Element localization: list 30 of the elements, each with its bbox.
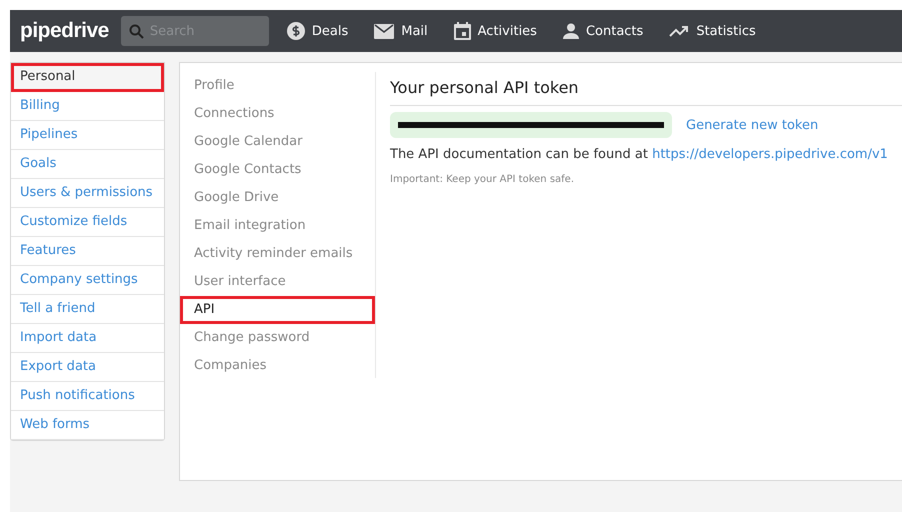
logo: pipedrive <box>20 19 109 43</box>
submenu-item[interactable]: Google Drive <box>180 184 375 212</box>
submenu-item[interactable]: API <box>180 296 375 324</box>
nav-item[interactable]: Deals <box>286 22 348 40</box>
submenu-item[interactable]: Email integration <box>180 212 375 240</box>
submenu-item[interactable]: Google Calendar <box>180 128 375 156</box>
submenu-item[interactable]: Activity reminder emails <box>180 240 375 268</box>
generate-token-link[interactable]: Generate new token <box>686 118 818 132</box>
mail-icon <box>374 24 394 38</box>
person-icon <box>562 23 579 39</box>
section-title: Your personal API token <box>390 72 902 106</box>
search-icon <box>128 24 144 39</box>
nav-item[interactable]: Contacts <box>562 23 644 39</box>
documentation-link[interactable]: https://developers.pipedrive.com/v1 <box>652 147 888 162</box>
nav-item[interactable]: Statistics <box>669 24 756 38</box>
submenu-item[interactable]: Connections <box>180 100 375 128</box>
dollar-icon <box>286 22 305 40</box>
trend-icon <box>669 25 690 37</box>
submenu-item[interactable]: Companies <box>180 352 375 380</box>
safety-note: Important: Keep your API token safe. <box>390 174 576 185</box>
calendar-icon <box>454 22 471 40</box>
submenu-item[interactable]: Profile <box>180 72 375 100</box>
submenu-item[interactable]: Google Contacts <box>180 156 375 184</box>
token-field[interactable] <box>390 112 672 138</box>
submenu-item[interactable]: User interface <box>180 268 375 296</box>
nav-item[interactable]: Mail <box>374 24 428 38</box>
sidebar-item[interactable]: Personal <box>11 63 164 92</box>
documentation-text: The API documentation can be found at https://developers.pipedrive.com/v1 <box>390 147 889 162</box>
nav-item[interactable]: Activities <box>454 22 537 40</box>
submenu-item[interactable]: Change password <box>180 324 375 352</box>
